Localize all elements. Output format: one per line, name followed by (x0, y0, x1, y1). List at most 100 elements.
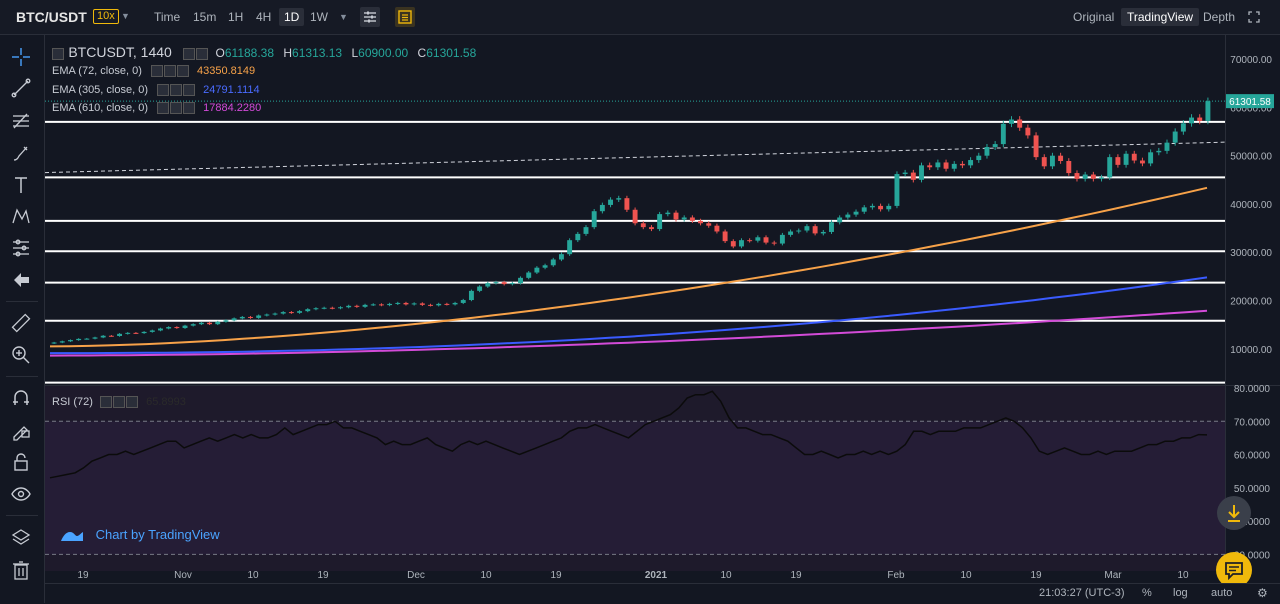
candle-body (902, 172, 908, 175)
tradingview-watermark[interactable]: Chart by TradingView (60, 527, 220, 543)
candle-body (256, 315, 262, 318)
candle-body (1197, 117, 1203, 121)
ema610-legend: EMA (610, close, 0) 17884.2280 (52, 102, 261, 115)
candle-body (763, 237, 769, 243)
candle-body (411, 303, 417, 305)
settings-small-icon[interactable] (113, 396, 126, 409)
candle-body (649, 227, 654, 230)
settings-small-icon[interactable] (196, 47, 209, 60)
candle-body (526, 272, 532, 278)
candle-body (673, 212, 679, 220)
candle-body (1115, 157, 1121, 165)
candle-body (739, 240, 744, 247)
settings-small-icon[interactable] (163, 65, 176, 78)
candle-body (166, 327, 172, 329)
candle-body (632, 209, 638, 224)
time-axis-label: 19 (1030, 570, 1042, 581)
candle-body (1074, 173, 1080, 179)
rsi-value: 65.8993 (146, 396, 186, 408)
candle-body (1025, 127, 1031, 136)
eye-toggle-icon[interactable] (157, 102, 170, 115)
candle-body (591, 211, 597, 228)
download-button[interactable] (1217, 496, 1251, 530)
candle-body (272, 313, 278, 315)
candle-body (1033, 135, 1039, 158)
candle-body (100, 335, 106, 338)
candle-body (223, 320, 229, 322)
candle-body (910, 172, 916, 180)
candle-body (387, 303, 393, 306)
candle-body (305, 309, 311, 312)
candle-body (1090, 174, 1096, 179)
close-small-icon[interactable] (176, 65, 189, 78)
price-tick-label: 50000.00 (1230, 152, 1272, 163)
close-label: C (417, 46, 427, 60)
candle-body (747, 240, 753, 242)
candle-body (657, 214, 663, 230)
close-small-icon[interactable] (183, 102, 196, 115)
eye-toggle-icon[interactable] (150, 65, 163, 78)
time-axis-label: Feb (887, 570, 905, 581)
candle-body (460, 300, 466, 303)
time-axis-label: 10 (247, 570, 259, 581)
candle-body (297, 311, 303, 313)
rsi-tick-label: 60.0000 (1234, 451, 1271, 462)
candle-body (239, 316, 245, 319)
candle-body (1180, 123, 1186, 132)
time-axis-label: 19 (77, 570, 89, 581)
close-small-icon[interactable] (126, 396, 139, 409)
candle-body (133, 332, 139, 334)
candle-body (76, 338, 82, 341)
candle-body (534, 267, 540, 273)
candle-body (755, 237, 761, 241)
settings-small-icon[interactable] (170, 102, 183, 115)
candle-body (1205, 101, 1211, 121)
candle-body (698, 220, 704, 224)
last-price-label: 61301.58 (1229, 97, 1271, 108)
time-axis-label: 10 (1177, 570, 1189, 581)
candle-body (444, 303, 450, 305)
candle-body (1049, 155, 1055, 167)
open-value: 61188.38 (224, 46, 275, 60)
eye-toggle-icon[interactable] (100, 396, 113, 409)
candle-body (1017, 119, 1023, 128)
candle-body (820, 231, 826, 234)
ema72-value: 43350.8149 (197, 65, 256, 77)
time-axis-label: Nov (174, 570, 192, 581)
rsi-tick-label: 80.0000 (1234, 384, 1271, 395)
gear-icon[interactable]: ⚙ (1257, 586, 1268, 600)
candle-body (403, 302, 409, 305)
close-small-icon[interactable] (183, 84, 196, 97)
candle-body (362, 304, 368, 307)
candle-body (395, 302, 401, 304)
candle-body (943, 162, 949, 169)
candle-body (689, 217, 695, 221)
candle-body (583, 227, 589, 234)
candle-body (779, 234, 785, 244)
candle-body (608, 199, 613, 205)
candle-body (248, 316, 253, 318)
price-tick-label: 30000.00 (1230, 248, 1272, 259)
eye-toggle-icon[interactable] (183, 47, 196, 60)
candle-body (1066, 161, 1072, 174)
candle-body (198, 322, 204, 325)
time-axis-label: 10 (480, 570, 492, 581)
candle-body (141, 331, 147, 334)
eye-toggle-icon[interactable] (157, 84, 170, 97)
candle-body (1139, 160, 1145, 164)
percent-toggle[interactable]: % (1142, 587, 1152, 599)
collapse-icon[interactable] (52, 47, 64, 60)
candle-body (869, 205, 875, 208)
candle-body (346, 305, 352, 308)
price-tick-label: 10000.00 (1230, 345, 1272, 356)
candle-body (878, 205, 884, 210)
candle-body (886, 205, 892, 210)
time-axis-label: 2021 (645, 570, 668, 581)
candle-body (68, 340, 73, 342)
candle-body (812, 226, 818, 234)
auto-toggle[interactable]: auto (1211, 587, 1232, 599)
bottom-bar: 21:03:27 (UTC-3) % log auto ⚙ (45, 583, 1280, 604)
settings-small-icon[interactable] (170, 84, 183, 97)
time-axis-label: 19 (317, 570, 329, 581)
log-toggle[interactable]: log (1173, 587, 1188, 599)
